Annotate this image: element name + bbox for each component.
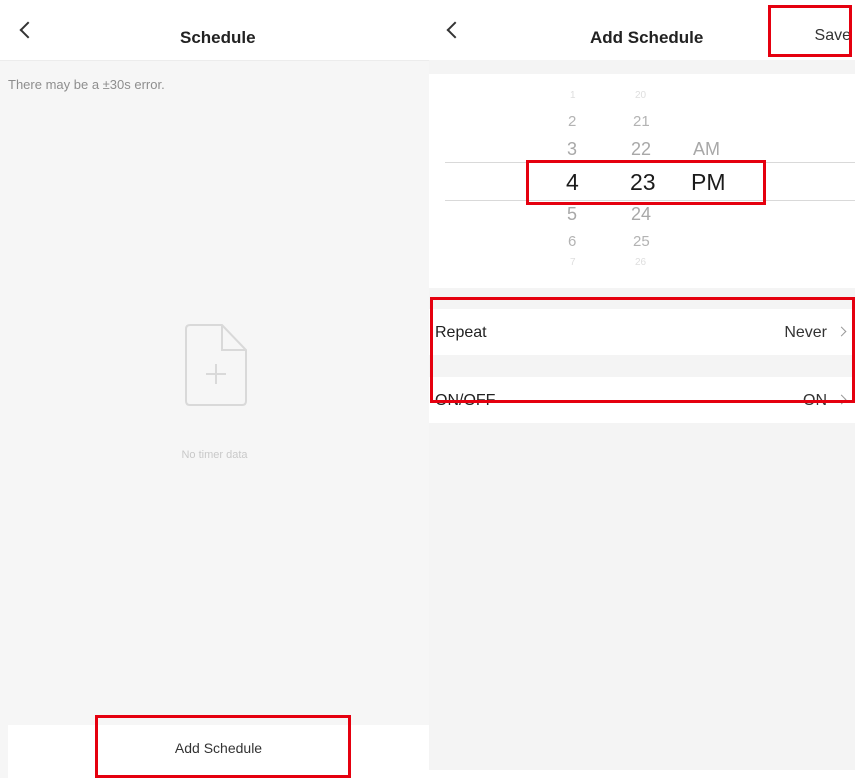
picker-hour-option[interactable]: 6 [568, 233, 576, 250]
schedule-footer: Add Schedule [8, 725, 429, 778]
picker-divider [445, 200, 855, 201]
picker-minute-option[interactable]: 22 [631, 139, 651, 160]
on-off-value: ON [803, 392, 827, 409]
picker-minute-option[interactable]: 20 [635, 90, 646, 101]
add-schedule-button[interactable]: Add Schedule [8, 725, 429, 770]
picker-hour-selected[interactable]: 4 [566, 169, 579, 196]
app-root: Schedule There may be a ±30s error. No t… [0, 0, 855, 778]
file-add-icon [184, 323, 248, 412]
chevron-right-icon [836, 394, 847, 405]
schedule-nav-bar: Schedule [0, 0, 429, 61]
page-title: Add Schedule [590, 28, 704, 47]
chevron-left-icon[interactable] [446, 21, 464, 39]
picker-minute-selected[interactable]: 23 [630, 169, 656, 196]
page-title: Schedule [180, 28, 256, 47]
picker-hour-option[interactable]: 5 [567, 204, 577, 225]
picker-minute-option[interactable]: 26 [635, 257, 646, 268]
chevron-left-icon[interactable] [19, 21, 37, 39]
save-button[interactable]: Save [815, 27, 851, 45]
picker-minute-option[interactable]: 24 [631, 204, 651, 225]
timing-notice: There may be a ±30s error. [8, 77, 165, 92]
add-schedule-nav-bar: Add Schedule Save [429, 0, 855, 60]
on-off-label: ON/OFF [435, 392, 496, 409]
repeat-label: Repeat [435, 324, 487, 341]
on-off-row[interactable]: ON/OFF ON [429, 377, 855, 423]
add-schedule-screen: Add Schedule Save 1 2 3 4 5 6 7 20 21 22… [429, 0, 855, 770]
schedule-screen: Schedule There may be a ±30s error. No t… [0, 0, 429, 778]
picker-hour-option[interactable]: 1 [570, 90, 576, 101]
repeat-value: Never [784, 324, 827, 341]
picker-hour-option[interactable]: 2 [568, 113, 576, 130]
picker-period-selected[interactable]: PM [691, 169, 726, 196]
picker-minute-option[interactable]: 25 [633, 233, 650, 250]
chevron-right-icon [836, 326, 847, 337]
picker-hour-option[interactable]: 3 [567, 139, 577, 160]
picker-hour-option[interactable]: 7 [570, 257, 576, 268]
picker-minute-option[interactable]: 21 [633, 113, 650, 130]
repeat-row[interactable]: Repeat Never [429, 309, 855, 355]
picker-divider [445, 162, 855, 163]
empty-state-text: No timer data [181, 449, 248, 461]
time-picker[interactable]: 1 2 3 4 5 6 7 20 21 22 23 24 25 26 AM PM [429, 74, 855, 288]
picker-period-option[interactable]: AM [693, 139, 720, 160]
